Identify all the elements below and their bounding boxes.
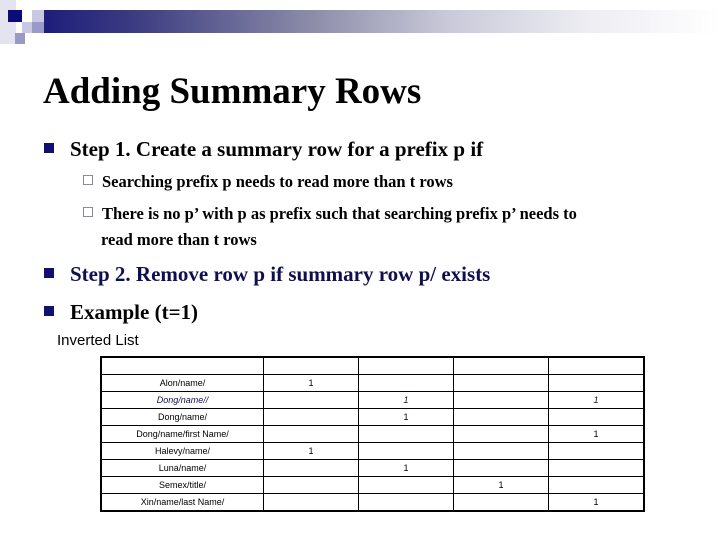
bullet-text: Step 2. Remove row p if summary row p/ e… [70,262,491,286]
header-cell [358,356,454,375]
decor-square [0,0,16,44]
value-cell: 1 [548,493,645,512]
bullet-example: Example (t=1) [44,300,198,325]
inverted-list-table: Alon/name/1 Dong/name//1 1 Dong/name/1 Dong/… [100,356,645,512]
value-cell [453,493,549,512]
value-cell [263,493,359,512]
value-cell [453,374,549,392]
hollow-square-bullet-icon [83,175,93,185]
value-cell [453,442,549,460]
bullet-step2: Step 2. Remove row p if summary row p/ e… [44,262,490,287]
value-cell [358,493,454,512]
header-cell [263,356,359,375]
decor-square [32,10,44,22]
value-cell [263,459,359,477]
bullet-text: Example (t=1) [70,300,199,324]
value-cell: 1 [358,391,454,409]
row-key-cell: Luna/name/ [100,459,264,477]
value-cell: 1 [358,408,454,426]
table-row: Alon/name/1 [100,374,645,392]
value-cell [453,425,549,443]
inverted-list-label: Inverted List [57,332,139,349]
sub-bullet: There is no p’ with p as prefix such tha… [83,204,577,224]
header-cell [548,356,645,375]
table-row: Luna/name/1 [100,459,645,477]
value-cell [548,476,645,494]
value-cell: 1 [548,391,645,409]
table-row: Halevy/name/1 [100,442,645,460]
header-cell [453,356,549,375]
table-row: Dong/name/1 [100,408,645,426]
value-cell [263,408,359,426]
value-cell: 1 [453,476,549,494]
table-row: Dong/name// 1 1 [100,391,645,409]
value-cell [453,459,549,477]
square-bullet-icon [44,268,54,278]
value-cell [358,442,454,460]
value-cell [263,425,359,443]
header-cell [100,356,264,375]
value-cell [453,408,549,426]
sub-bullet-text: There is no p’ with p as prefix such tha… [102,204,577,223]
table-row: Dong/name/first Name/1 [100,425,645,443]
value-cell [548,374,645,392]
sub-bullet-text: Searching prefix p needs to read more th… [102,172,453,191]
value-cell [548,459,645,477]
row-key-cell: Xin/name/last Name/ [100,493,264,512]
table-row: Semex/title/1 [100,476,645,494]
square-bullet-icon [44,306,54,316]
bullet-step1: Step 1. Create a summary row for a prefi… [44,137,483,162]
value-cell [263,391,359,409]
row-key-cell: Dong/name// [100,391,264,409]
decor-square [15,33,25,44]
slide-title: Adding Summary Rows [43,71,422,112]
value-cell [358,476,454,494]
value-cell [358,374,454,392]
row-key-cell: Dong/name/first Name/ [100,425,264,443]
sub-bullet: Searching prefix p needs to read more th… [83,172,453,192]
table-header-row [100,356,645,375]
row-key-cell: Halevy/name/ [100,442,264,460]
row-key-cell: Dong/name/ [100,408,264,426]
value-cell [453,391,549,409]
hollow-square-bullet-icon [83,207,93,217]
row-key-cell: Semex/title/ [100,476,264,494]
value-cell [358,425,454,443]
value-cell: 1 [263,374,359,392]
value-cell [263,476,359,494]
decor-square [32,22,44,33]
value-cell [548,442,645,460]
table-row: Xin/name/last Name/1 [100,493,645,512]
sub-bullet-continuation: read more than t rows [101,230,257,249]
value-cell [548,408,645,426]
decor-square [8,10,22,22]
value-cell: 1 [548,425,645,443]
value-cell: 1 [358,459,454,477]
bullet-text: Step 1. Create a summary row for a prefi… [70,137,484,161]
header-gradient-bar [32,10,720,33]
square-bullet-icon [44,143,54,153]
row-key-cell: Alon/name/ [100,374,264,392]
value-cell: 1 [263,442,359,460]
decor-square [22,22,32,33]
